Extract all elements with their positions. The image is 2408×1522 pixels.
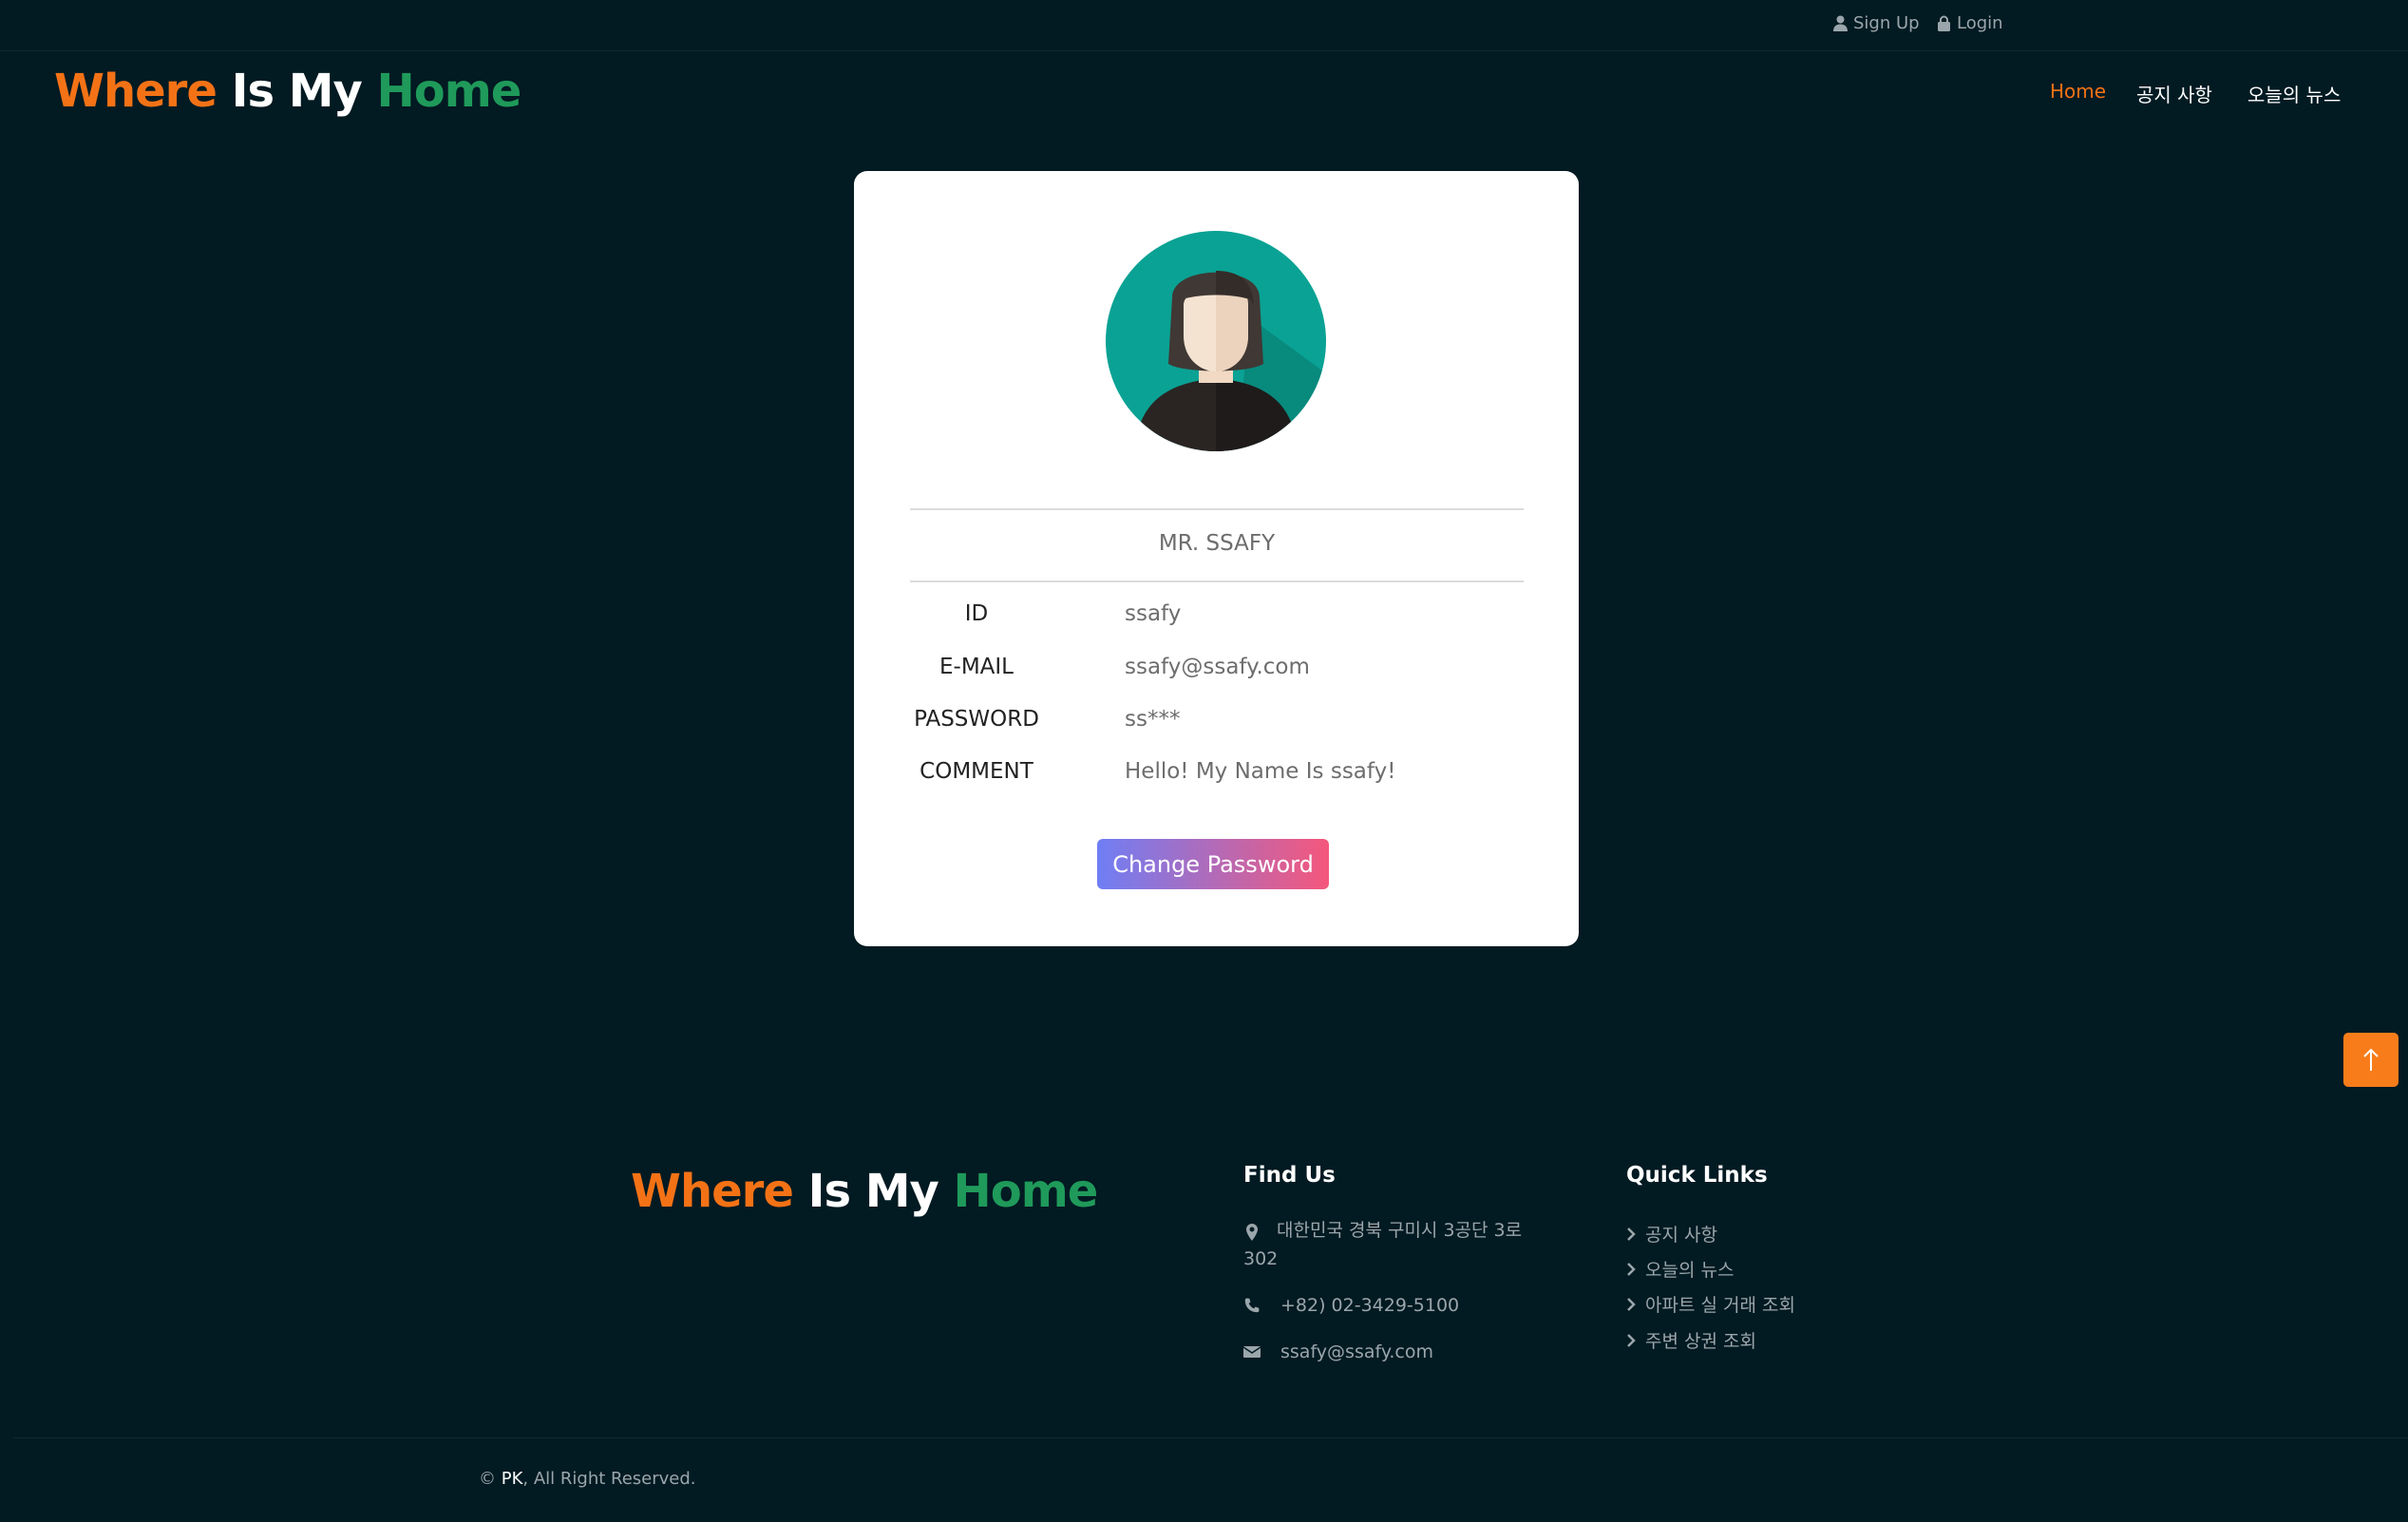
chevron-right-icon (1627, 1227, 1636, 1241)
footer-address: 대한민국 경북 구미시 3공단 3로 302 (1243, 1220, 1523, 1269)
quick-link-nearby-commerce[interactable]: 주변 상권 조회 (1626, 1327, 1756, 1353)
chevron-right-icon (1627, 1297, 1636, 1311)
chevron-right-icon (1627, 1333, 1636, 1347)
signup-label: Sign Up (1853, 13, 1920, 33)
field-label-id: ID (964, 601, 989, 626)
footer-logo-word-is-my: Is My (807, 1165, 939, 1218)
copyright-suffix: , All Right Reserved. (522, 1469, 696, 1489)
quick-link-news[interactable]: 오늘의 뉴스 (1626, 1256, 1734, 1282)
lock-icon (1938, 15, 1950, 31)
field-value-comment: Hello! My Name Is ssafy! (1125, 759, 1396, 784)
quick-link-label: 주변 상권 조회 (1645, 1331, 1756, 1352)
quick-link-label: 공지 사항 (1645, 1225, 1717, 1246)
footer-logo-word-where: Where (631, 1165, 794, 1218)
avatar (1106, 231, 1326, 451)
field-value-email: ssafy@ssafy.com (1125, 655, 1310, 679)
nav-home[interactable]: Home (2050, 80, 2106, 103)
profile-name: MR. SSAFY (1158, 531, 1276, 556)
divider-bottom (910, 580, 1524, 582)
profile-card: MR. SSAFY ID ssafy E-MAIL ssafy@ssafy.co… (854, 171, 1579, 946)
copyright-owner-link[interactable]: PK (502, 1469, 523, 1489)
top-bar: Sign Up Login (0, 0, 2408, 51)
nav-notice[interactable]: 공지 사항 (2136, 80, 2212, 107)
user-icon (1833, 15, 1848, 31)
logo-word-where: Where (54, 65, 218, 118)
back-to-top-button[interactable] (2343, 1033, 2399, 1087)
site-logo[interactable]: Where Is My Home (54, 65, 521, 118)
field-value-id: ssafy (1125, 601, 1182, 626)
footer-email: ssafy@ssafy.com (1280, 1341, 1433, 1362)
field-label-email: E-MAIL (939, 655, 1014, 679)
envelope-icon (1243, 1346, 1261, 1358)
quick-link-label: 오늘의 뉴스 (1645, 1260, 1735, 1281)
nav-news[interactable]: 오늘의 뉴스 (2247, 80, 2341, 107)
phone-icon (1244, 1298, 1260, 1313)
quick-links-heading: Quick Links (1626, 1163, 1768, 1188)
quick-link-notice[interactable]: 공지 사항 (1626, 1221, 1717, 1246)
divider-top (910, 508, 1524, 510)
footer-phone: +82) 02-3429-5100 (1280, 1295, 1460, 1316)
login-label: Login (1957, 13, 2003, 33)
find-us-heading: Find Us (1243, 1163, 1336, 1188)
logo-word-is-my: Is My (231, 65, 363, 118)
footer-logo[interactable]: Where Is My Home (631, 1165, 1099, 1218)
quick-link-apartment-deals[interactable]: 아파트 실 거래 조회 (1626, 1291, 1795, 1317)
login-link[interactable]: Login (1937, 13, 2003, 33)
footer-logo-word-home: Home (953, 1165, 1099, 1218)
signup-link[interactable]: Sign Up (1833, 13, 1920, 33)
quick-link-label: 아파트 실 거래 조회 (1645, 1295, 1795, 1316)
change-password-button[interactable]: Change Password (1097, 839, 1329, 889)
arrow-up-icon (2363, 1048, 2379, 1071)
chevron-right-icon (1627, 1262, 1636, 1276)
copyright: © PK, All Right Reserved. (479, 1469, 696, 1489)
footer-divider (13, 1437, 2408, 1438)
logo-word-home: Home (376, 65, 522, 118)
field-label-password: PASSWORD (914, 707, 1039, 732)
field-value-password: ss*** (1125, 707, 1181, 732)
field-label-comment: COMMENT (920, 759, 1033, 784)
copyright-prefix: © (479, 1469, 502, 1489)
